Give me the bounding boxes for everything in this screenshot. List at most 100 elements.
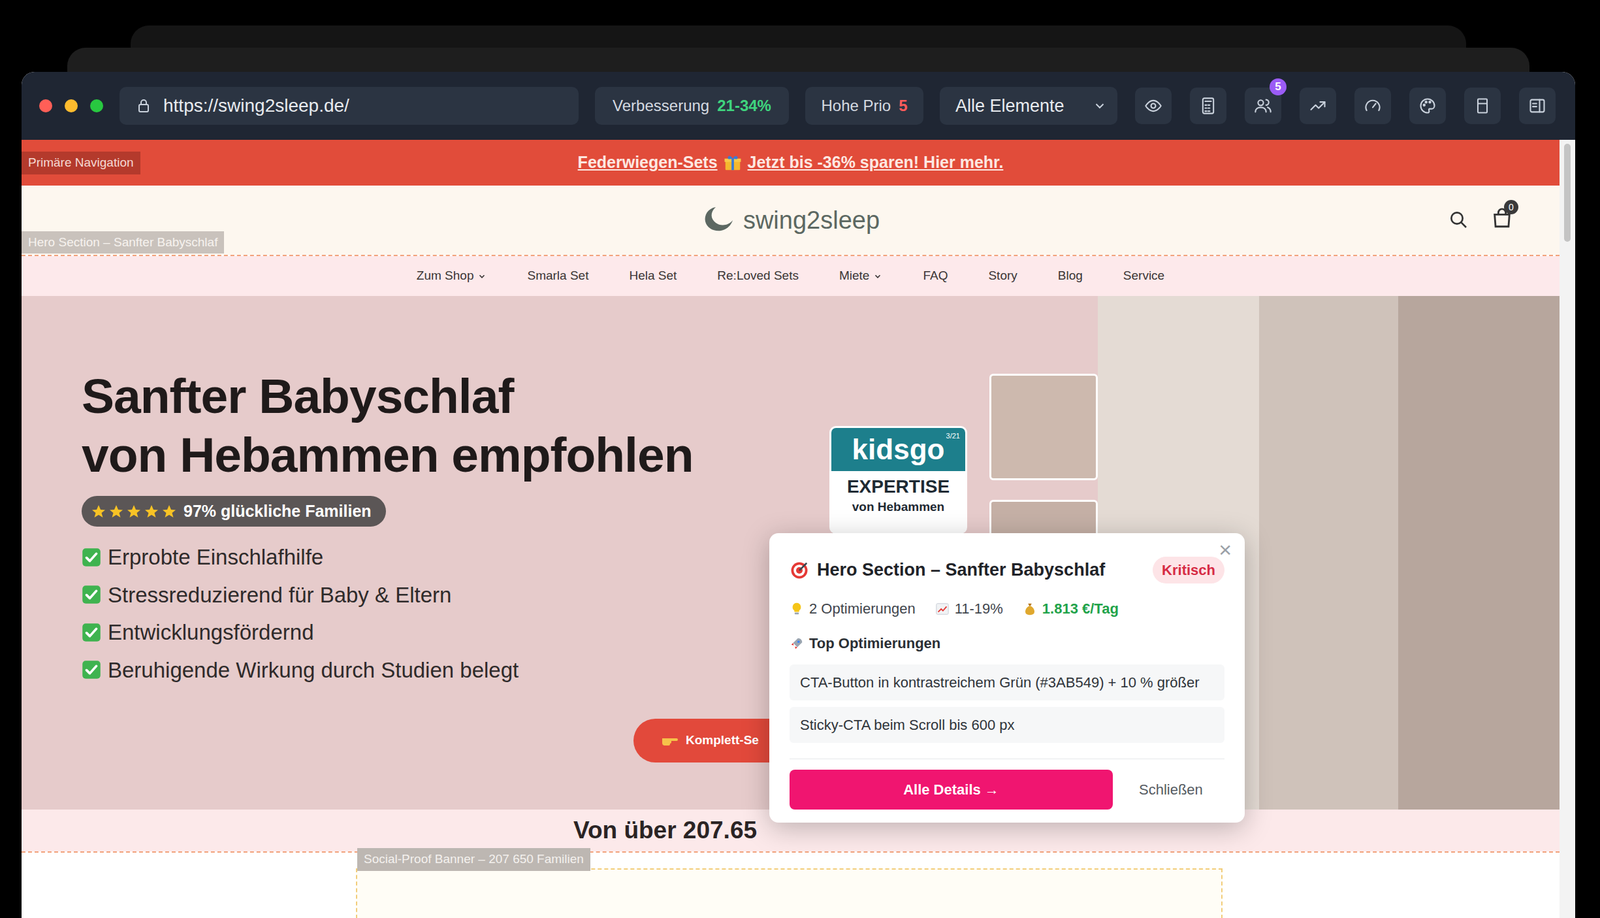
chevron-down-icon [873, 271, 883, 281]
nav-item[interactable]: Zum Shop [416, 266, 488, 286]
priority-label: Hohe Prio [820, 94, 891, 118]
severity-badge: Kritisch [1152, 556, 1225, 584]
popup-stats: 2 Optimierungen 11-19% 1.813 €/Tag [789, 597, 1225, 620]
target-icon [789, 560, 810, 580]
nav-label: Miete [839, 266, 870, 286]
tool-button[interactable] [1135, 87, 1172, 125]
cart-button[interactable]: 0 [1490, 206, 1518, 233]
nav-label: FAQ [922, 266, 948, 286]
improvement-value: 21-34% [717, 94, 772, 118]
chart-icon [935, 601, 950, 616]
mobile-icon [1473, 96, 1492, 115]
scrollbar[interactable] [1559, 139, 1576, 918]
nav-item[interactable]: Re:Loved Sets [717, 266, 799, 286]
section-label: Hero Section – Sanfter Babyschlaf [21, 231, 224, 255]
chevron-down-icon [477, 271, 487, 281]
stat-text: 11-19% [954, 597, 1004, 620]
nav-item[interactable]: Service [1123, 266, 1165, 286]
nav-item[interactable]: Smarla Set [527, 266, 589, 286]
section-label: Social-Proof Banner – 207 650 Familien [357, 847, 591, 871]
tool-button[interactable] [1299, 87, 1337, 125]
tool-button[interactable] [1409, 87, 1446, 125]
rating-text: 97% glückliche Familien [183, 498, 372, 524]
badge-header: kidsgo 3/21 [831, 427, 966, 471]
announcement-text: Jetzt bis -36% sparen! Hier mehr. [747, 150, 1004, 176]
stat-item: 1.813 €/Tag [1022, 597, 1119, 620]
tool-button[interactable] [1464, 87, 1501, 125]
details-button[interactable]: Alle Details → [789, 769, 1113, 810]
users-icon [1253, 96, 1273, 115]
priority-pill[interactable]: Hohe Prio 5 [805, 86, 924, 125]
website: Primäre Navigation Federwiegen-Sets Jetz… [21, 139, 1560, 918]
badge-title: EXPERTISE [847, 474, 950, 498]
pointing-hand-icon [660, 732, 680, 749]
close-button[interactable]: × [1218, 538, 1232, 561]
nav-label: Smarla Set [527, 266, 589, 286]
nav-label: Service [1123, 266, 1165, 286]
main-nav: Zum Shop Smarla Set Hela Set Re:Loved Sets M… [21, 256, 1560, 296]
rocket-icon [789, 636, 804, 651]
hero-copy: Sanfter Babyschlafvon Hebammen empfohlen… [21, 295, 830, 810]
nav-item[interactable]: FAQ [922, 266, 948, 286]
improvement-pill: Verbesserung 21-34% [594, 86, 789, 125]
logo[interactable]: swing2sleep [701, 201, 880, 240]
star-icon [161, 503, 177, 520]
money-bag-icon [1022, 601, 1038, 616]
rating-stars [90, 503, 177, 520]
benefit-text: Erprobte Einschlafhilfe [107, 540, 324, 574]
check-icon [81, 584, 102, 605]
hero-heading: Sanfter Babyschlafvon Hebammen empfohlen [81, 366, 830, 484]
optimization-text: Sticky-CTA beim Scroll bis 600 px [800, 716, 1015, 733]
chevron-down-icon [1092, 98, 1107, 113]
browser-window: https://swing2sleep.de/ Verbesserung 21-… [21, 71, 1576, 918]
popup-header: Hero Section – Sanfter Babyschlaf Kritis… [789, 556, 1225, 584]
section-heading: Top Optimierungen [789, 632, 1225, 654]
star-icon [143, 503, 160, 520]
stat-item: 2 Optimierungen [789, 597, 916, 620]
nav-item[interactable]: Hela Set [628, 266, 677, 286]
nav-item[interactable]: Blog [1057, 266, 1083, 286]
photo-thumbnail [989, 373, 1098, 480]
badge-subtitle: von Hebammen [852, 497, 945, 517]
logo-text: swing2sleep [743, 201, 880, 240]
url-bar[interactable]: https://swing2sleep.de/ [119, 86, 579, 125]
close-text-button[interactable]: Schließen [1138, 778, 1203, 800]
tool-button[interactable] [1354, 87, 1392, 125]
star-icon [90, 503, 107, 520]
tool-buttons: 5 [1135, 87, 1556, 125]
rating-pill: 97% glückliche Familien [81, 495, 386, 527]
team-badge: 5 [1269, 78, 1287, 96]
benefit-text: Stressreduzierend für Baby & Eltern [107, 578, 452, 612]
optimization-item[interactable]: CTA-Button in kontrastreichem Grün (#3AB… [789, 664, 1225, 701]
minimize-dot[interactable] [64, 99, 78, 113]
benefit-item: Entwicklungsfördernd [81, 615, 830, 649]
filter-dropdown[interactable]: Alle Elemente [939, 86, 1118, 125]
priority-value: 5 [898, 94, 908, 118]
scrollbar-thumb[interactable] [1564, 143, 1571, 242]
kidsgo-badge: kidsgo 3/21 EXPERTISE von Hebammen [829, 425, 968, 534]
popup-footer: Alle Details → Schließen [789, 758, 1225, 810]
nav-item[interactable]: Story [988, 266, 1017, 286]
nav-item[interactable]: Miete [839, 266, 883, 286]
optimization-item[interactable]: Sticky-CTA beim Scroll bis 600 px [789, 706, 1225, 743]
tool-button[interactable] [1189, 87, 1227, 125]
tool-button[interactable] [1519, 87, 1556, 125]
badge-brand: kidsgo [852, 434, 945, 464]
search-icon[interactable] [1447, 208, 1469, 230]
lock-icon [135, 97, 152, 114]
close-dot[interactable] [39, 99, 53, 113]
announcement-bar[interactable]: Primäre Navigation Federwiegen-Sets Jetz… [21, 139, 1560, 186]
gift-icon [722, 152, 743, 173]
heading-line: Sanfter Babyschlaf [81, 366, 830, 426]
calculator-icon [1199, 96, 1218, 115]
tool-button[interactable]: 5 [1244, 87, 1282, 125]
nav-label: Hela Set [628, 266, 677, 286]
star-icon [126, 503, 142, 520]
maximize-dot[interactable] [90, 99, 104, 113]
window-controls [39, 99, 104, 113]
badge-issue: 3/21 [946, 430, 960, 442]
url-text: https://swing2sleep.de/ [163, 92, 350, 120]
section-label: Primäre Navigation [21, 151, 141, 175]
optimization-text: CTA-Button in kontrastreichem Grün (#3AB… [800, 673, 1200, 691]
stat-text: 2 Optimierungen [809, 597, 916, 620]
